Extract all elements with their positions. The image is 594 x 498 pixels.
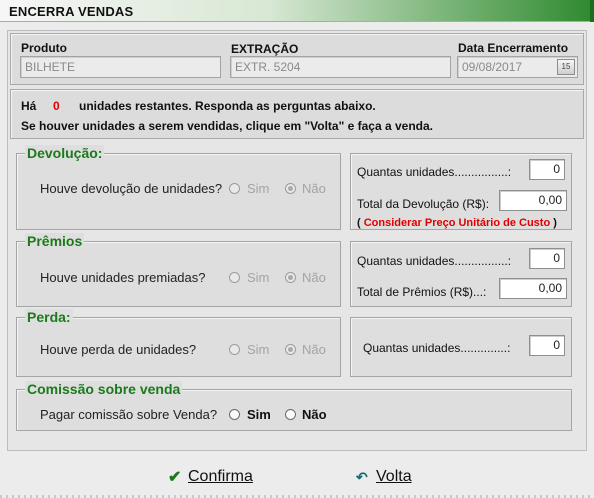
comissao-sim-radio[interactable] — [229, 409, 240, 420]
premios-question: Houve unidades premiadas? — [40, 270, 206, 285]
devolucao-values-panel: Quantas unidades................: 0 Tota… — [350, 153, 572, 230]
data-encerramento-label: Data Encerramento — [458, 41, 569, 55]
premios-qty-input[interactable]: 0 — [529, 248, 565, 269]
extracao-label: EXTRAÇÃO — [231, 42, 299, 56]
premios-total-input[interactable]: 0,00 — [499, 278, 567, 299]
dialog-frame: Produto BILHETE EXTRAÇÃO EXTR. 5204 Data… — [7, 30, 587, 451]
confirm-label-text: Confirma — [188, 468, 253, 485]
info-line1: unidades restantes. Responda as pergunta… — [79, 99, 376, 113]
perda-qty-label: Quantas unidades..............: — [363, 341, 511, 355]
back-label-text: Volta — [376, 468, 412, 485]
devolucao-sim-label[interactable]: Sim — [247, 181, 269, 196]
perda-qty-input[interactable]: 0 — [529, 335, 565, 356]
hint-text: Considerar Preço Unitário de Custo — [363, 217, 551, 229]
remaining-count: 0 — [53, 99, 60, 113]
perda-sim-label[interactable]: Sim — [247, 342, 269, 357]
devolucao-group: Devolução: Houve devolução de unidades? … — [16, 145, 341, 230]
premios-sim-label[interactable]: Sim — [247, 270, 269, 285]
hint-close: ) — [553, 217, 557, 229]
perda-values-panel: Quantas unidades..............: 0 — [350, 317, 572, 377]
premios-qty-label: Quantas unidades................: — [357, 254, 512, 268]
info-prefix: Há — [21, 99, 37, 113]
produto-label: Produto — [21, 41, 67, 55]
custo-hint: ( Considerar Preço Unitário de Custo ) — [357, 217, 557, 229]
devolucao-title: Devolução: — [25, 145, 105, 161]
comissao-question: Pagar comissão sobre Venda? — [40, 407, 218, 422]
devolucao-total-input[interactable]: 0,00 — [499, 190, 567, 211]
devolucao-nao-label[interactable]: Não — [302, 181, 326, 196]
info-panel: Há 0 unidades restantes. Responda as per… — [10, 89, 584, 139]
extracao-field[interactable]: EXTR. 5204 — [230, 56, 451, 78]
comissao-group: Comissão sobre venda Pagar comissão sobr… — [16, 381, 572, 431]
premios-group: Prêmios Houve unidades premiadas? Sim Nã… — [16, 233, 341, 307]
devolucao-question: Houve devolução de unidades? — [40, 181, 223, 196]
data-encerramento-value: 09/08/2017 — [462, 60, 523, 74]
comissao-title: Comissão sobre venda — [25, 381, 183, 397]
premios-nao-radio[interactable] — [285, 272, 296, 283]
hint-open: ( — [357, 217, 361, 229]
perda-question: Houve perda de unidades? — [40, 342, 197, 357]
perda-sim-radio[interactable] — [229, 344, 240, 355]
premios-total-label: Total de Prêmios (R$)...: — [357, 285, 487, 299]
premios-nao-label[interactable]: Não — [302, 270, 326, 285]
back-label: Volta — [376, 468, 412, 486]
perda-group: Perda: Houve perda de unidades? Sim Não — [16, 309, 341, 377]
back-button[interactable]: ↶ Volta — [356, 466, 426, 488]
produto-field[interactable]: BILHETE — [20, 56, 221, 78]
devolucao-nao-radio[interactable] — [285, 183, 296, 194]
confirm-label: Confirma — [188, 468, 253, 486]
devolucao-sim-radio[interactable] — [229, 183, 240, 194]
comissao-sim-label[interactable]: Sim — [247, 407, 271, 422]
devolucao-qty-input[interactable]: 0 — [529, 159, 565, 180]
confirm-button[interactable]: ✔ Confirma — [168, 466, 258, 488]
info-line2: Se houver unidades a serem vendidas, cli… — [21, 119, 433, 133]
window-title: ENCERRA VENDAS — [9, 4, 134, 19]
calendar-icon[interactable]: 15 — [557, 59, 575, 75]
title-bar: ENCERRA VENDAS — [0, 0, 594, 22]
premios-values-panel: Quantas unidades................: 0 Tota… — [350, 241, 572, 307]
calendar-day: 15 — [561, 62, 571, 71]
perda-nao-radio[interactable] — [285, 344, 296, 355]
header-panel: Produto BILHETE EXTRAÇÃO EXTR. 5204 Data… — [10, 33, 584, 85]
devolucao-total-label: Total da Devolução (R$): — [357, 197, 490, 211]
comissao-nao-label[interactable]: Não — [302, 407, 327, 422]
comissao-nao-radio[interactable] — [285, 409, 296, 420]
title-bar-edge — [590, 0, 594, 22]
undo-arrow-icon: ↶ — [356, 469, 368, 485]
premios-title: Prêmios — [25, 233, 85, 249]
check-icon: ✔ — [168, 469, 182, 486]
premios-sim-radio[interactable] — [229, 272, 240, 283]
perda-nao-label[interactable]: Não — [302, 342, 326, 357]
devolucao-qty-label: Quantas unidades................: — [357, 165, 512, 179]
perda-title: Perda: — [25, 309, 73, 325]
